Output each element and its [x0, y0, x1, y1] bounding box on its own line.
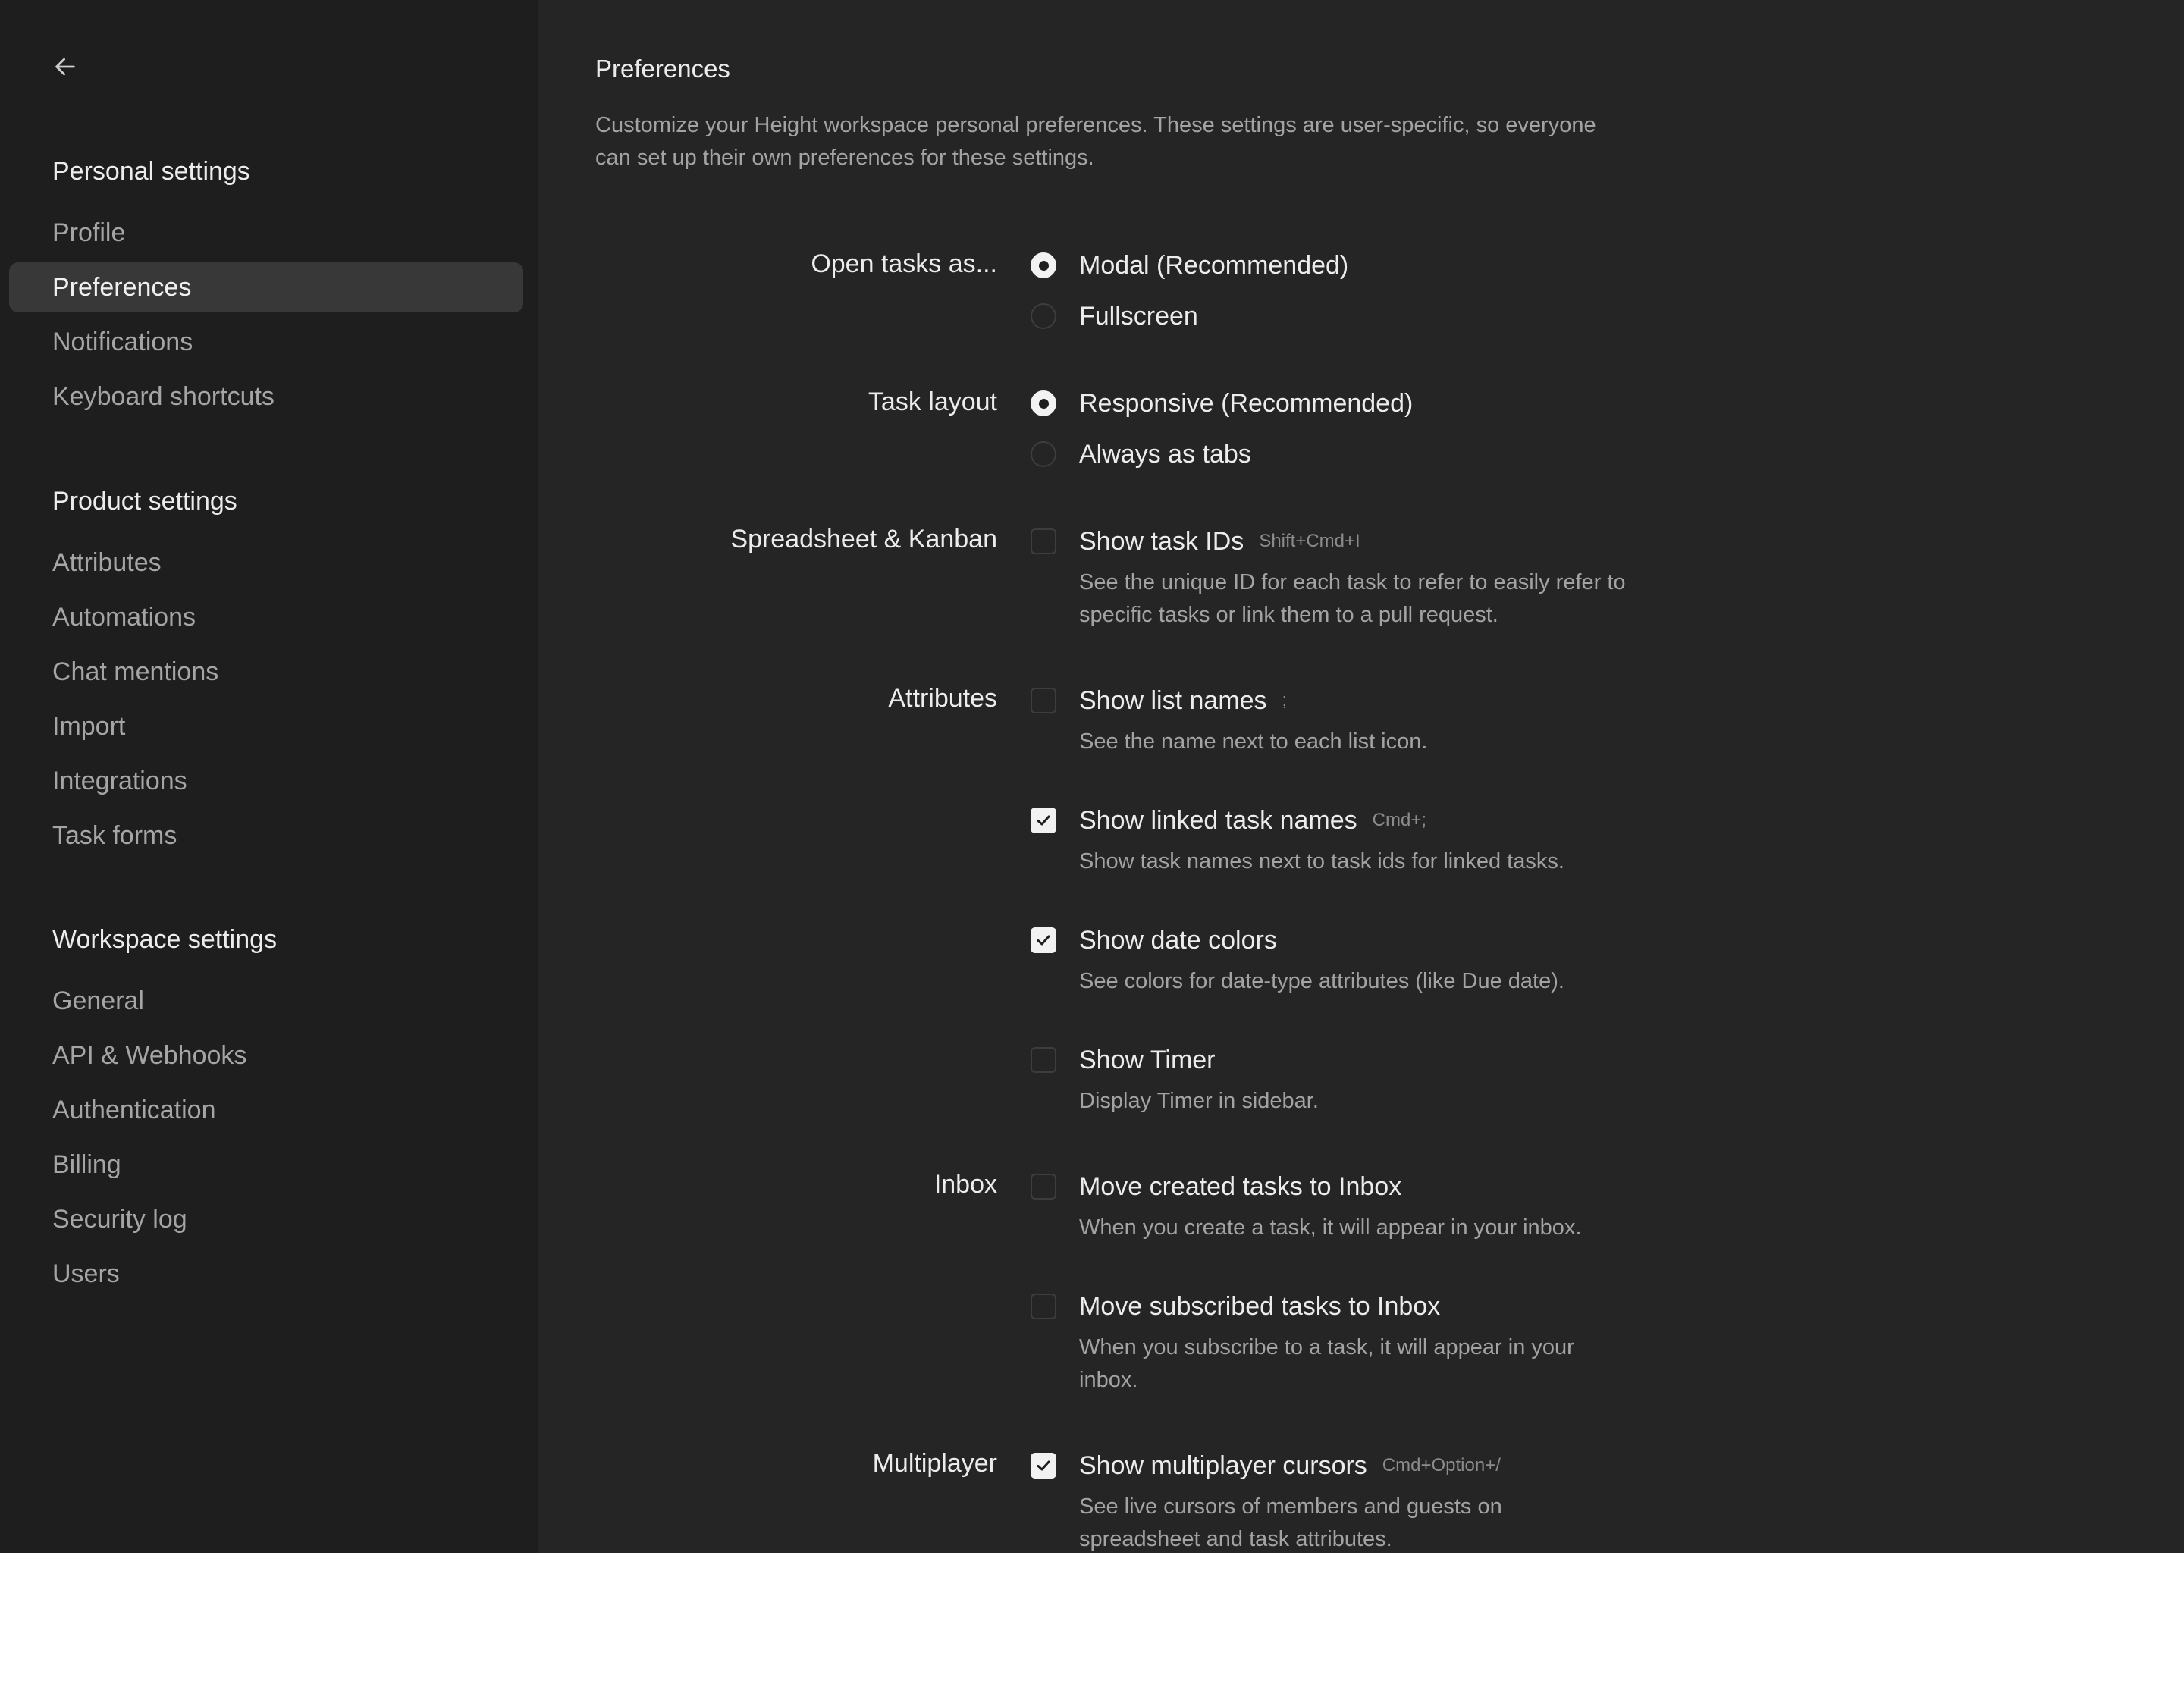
checkbox-show-date-colors[interactable]: Show date colors [1029, 924, 1277, 957]
option-label: Show task IDs [1079, 526, 1244, 556]
section-heading: Personal settings [52, 157, 250, 186]
inbox-label: Inbox [934, 1170, 997, 1199]
page-description: Customize your Height workspace personal… [595, 113, 1596, 170]
open-tasks-label: Open tasks as... [811, 249, 997, 278]
sidebar-item-preferences[interactable]: Preferences [9, 262, 523, 312]
checkbox[interactable] [1031, 1174, 1056, 1200]
sidebar-item-users[interactable]: Users [9, 1249, 523, 1299]
radio-option-always-tabs[interactable]: Always as tabs [1029, 437, 1251, 471]
checkbox-checked[interactable] [1031, 927, 1056, 953]
radio-button[interactable] [1031, 441, 1056, 467]
sidebar-item-integrations[interactable]: Integrations [9, 756, 523, 806]
checkbox-show-task-ids[interactable]: Show task IDs Shift+Cmd+I [1029, 525, 1360, 558]
sidebar-item-api-webhooks[interactable]: API & Webhooks [9, 1030, 523, 1080]
multiplayer-label: Multiplayer [872, 1449, 997, 1478]
task-layout-label: Task layout [868, 387, 997, 416]
page-title: Preferences [595, 55, 730, 83]
preferences-panel: Preferences Customize your Height worksp… [538, 0, 2184, 1553]
sidebar-item-chat-mentions[interactable]: Chat mentions [9, 647, 523, 697]
option-label: Show list names [1079, 685, 1267, 715]
option-description: When you subscribe to a task, it will ap… [1079, 1335, 1574, 1392]
sidebar-item-authentication[interactable]: Authentication [9, 1085, 523, 1135]
option-description: See the name next to each list icon. [1079, 729, 1428, 754]
option-label: Move created tasks to Inbox [1079, 1171, 1402, 1201]
checkbox[interactable] [1031, 528, 1056, 554]
option-description: See live cursors of members and guests o… [1079, 1494, 1502, 1551]
section-heading: Product settings [52, 487, 237, 516]
check-icon [1037, 1460, 1050, 1471]
option-label: Show linked task names [1079, 805, 1357, 835]
product-settings-section: Product settings Attributes Automations … [0, 478, 538, 865]
checkbox[interactable] [1031, 1294, 1056, 1319]
radio-button-selected[interactable] [1031, 252, 1056, 278]
workspace-settings-section: Workspace settings General API & Webhook… [0, 917, 538, 1303]
sidebar-item-notifications[interactable]: Notifications [9, 317, 523, 367]
radio-option-modal[interactable]: Modal (Recommended) [1029, 249, 1348, 282]
sidebar-item-keyboard-shortcuts[interactable]: Keyboard shortcuts [9, 372, 523, 422]
checkbox[interactable] [1031, 688, 1056, 713]
arrow-left-icon [55, 58, 75, 76]
check-icon [1037, 935, 1050, 946]
checkbox-checked[interactable] [1031, 808, 1056, 833]
option-description: See colors for date-type attributes (lik… [1079, 969, 1564, 993]
radio-option-fullscreen[interactable]: Fullscreen [1029, 299, 1198, 333]
option-label: Show Timer [1079, 1045, 1216, 1074]
sidebar-item-automations[interactable]: Automations [9, 592, 523, 642]
option-label: Always as tabs [1079, 439, 1251, 469]
radio-button[interactable] [1031, 303, 1056, 329]
option-label: Show multiplayer cursors [1079, 1450, 1367, 1480]
check-icon [1037, 815, 1050, 826]
checkbox-move-subscribed-tasks[interactable]: Move subscribed tasks to Inbox [1029, 1290, 1440, 1323]
sidebar-item-task-forms[interactable]: Task forms [9, 811, 523, 861]
option-label: Fullscreen [1079, 301, 1198, 331]
checkbox-checked[interactable] [1031, 1453, 1056, 1479]
spreadsheet-kanban-label: Spreadsheet & Kanban [730, 525, 997, 554]
option-label: Move subscribed tasks to Inbox [1079, 1291, 1441, 1321]
attributes-label: Attributes [888, 684, 997, 713]
checkbox-show-list-names[interactable]: Show list names ; [1029, 684, 1287, 717]
keyboard-shortcut: Cmd+; [1372, 810, 1426, 830]
option-description: Display Timer in sidebar. [1079, 1089, 1319, 1113]
app-window: Personal settings Profile Preferences No… [0, 0, 2184, 1553]
checkbox[interactable] [1031, 1047, 1056, 1073]
radio-button-selected[interactable] [1031, 390, 1056, 416]
sidebar-item-security-log[interactable]: Security log [9, 1194, 523, 1244]
keyboard-shortcut: ; [1282, 690, 1288, 710]
option-label: Show date colors [1079, 925, 1277, 955]
sidebar-item-billing[interactable]: Billing [9, 1140, 523, 1190]
radio-option-responsive[interactable]: Responsive (Recommended) [1029, 387, 1413, 420]
option-description: When you create a task, it will appear i… [1079, 1215, 1582, 1240]
section-heading: Workspace settings [52, 925, 278, 954]
checkbox-show-linked-task-names[interactable]: Show linked task names Cmd+; [1029, 804, 1426, 837]
checkbox-show-timer[interactable]: Show Timer [1029, 1043, 1216, 1077]
option-description: Show task names next to task ids for lin… [1079, 849, 1564, 873]
option-label: Responsive (Recommended) [1079, 388, 1414, 418]
option-description: See the unique ID for each task to refer… [1079, 570, 1626, 627]
checkbox-move-created-tasks[interactable]: Move created tasks to Inbox [1029, 1170, 1401, 1203]
sidebar-item-import[interactable]: Import [9, 701, 523, 751]
keyboard-shortcut: Shift+Cmd+I [1259, 531, 1360, 551]
sidebar-item-general[interactable]: General [9, 976, 523, 1026]
option-label: Modal (Recommended) [1079, 250, 1349, 280]
personal-settings-section: Personal settings Profile Preferences No… [0, 149, 538, 426]
keyboard-shortcut: Cmd+Option+/ [1382, 1455, 1501, 1476]
settings-sidebar: Personal settings Profile Preferences No… [0, 0, 538, 1553]
back-button[interactable] [50, 52, 80, 82]
checkbox-show-multiplayer-cursors[interactable]: Show multiplayer cursors Cmd+Option+/ [1029, 1449, 1501, 1482]
sidebar-item-attributes[interactable]: Attributes [9, 538, 523, 588]
sidebar-item-profile[interactable]: Profile [9, 208, 523, 258]
